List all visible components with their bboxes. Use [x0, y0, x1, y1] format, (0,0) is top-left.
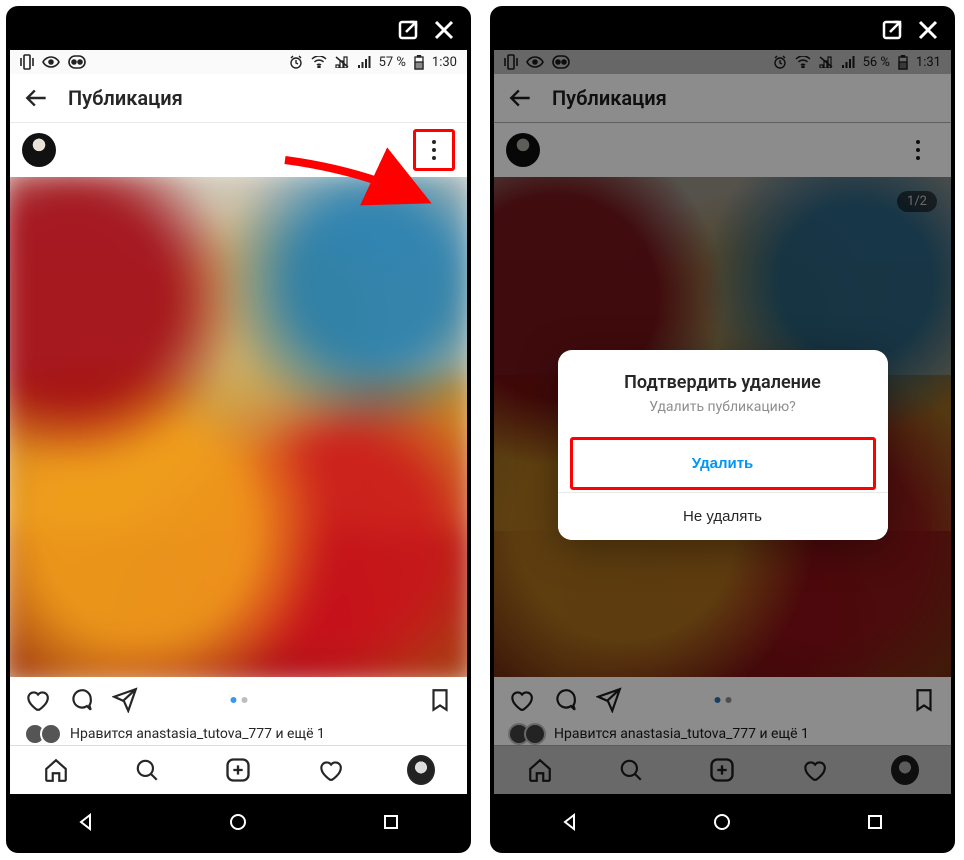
android-home-icon[interactable]: [711, 811, 733, 833]
comment-button[interactable]: [68, 687, 94, 713]
dialog-delete-button[interactable]: Удалить: [587, 440, 859, 487]
vibrate-icon: [20, 54, 34, 70]
frame-topbar: [494, 10, 951, 50]
more-options-button[interactable]: [413, 129, 455, 171]
eye-icon: [42, 56, 60, 68]
frame-topbar: [10, 10, 467, 50]
app-header: Публикация: [10, 74, 467, 123]
android-nav-bar: [10, 794, 467, 849]
likes-text: Нравится anastasia_tutova_777 и ещё 1: [70, 726, 325, 742]
dialog-message: Удалить публикацию?: [558, 399, 888, 435]
pager-dot: [230, 697, 236, 703]
alarm-icon: [289, 55, 303, 69]
page-title: Публикация: [68, 86, 183, 110]
battery-icon: [414, 55, 424, 70]
like-button[interactable]: [24, 687, 50, 713]
signal-off-icon: [335, 56, 349, 68]
tab-activity[interactable]: [316, 756, 344, 784]
post-image[interactable]: [10, 177, 467, 677]
phone-frame-right: 56 % 1:31 Публикация 1/2: [490, 6, 955, 853]
avatar[interactable]: [22, 133, 56, 167]
close-icon[interactable]: [915, 17, 941, 43]
bookmark-button[interactable]: [427, 687, 453, 713]
android-nav-bar: [494, 794, 951, 849]
confirm-delete-dialog: Подтвердить удаление Удалить публикацию?…: [558, 350, 888, 540]
tab-profile[interactable]: [407, 756, 435, 784]
profile-avatar-icon: [407, 755, 435, 785]
phone-frame-left: 57 % 1:30 Публикация: [6, 6, 471, 853]
tab-home[interactable]: [42, 756, 70, 784]
more-vert-icon: [432, 140, 436, 160]
pager-dot: [241, 697, 247, 703]
android-recents-icon[interactable]: [864, 811, 886, 833]
dual-tab-icon: [68, 55, 86, 69]
dialog-cancel-button[interactable]: Не удалять: [558, 492, 888, 540]
bottom-nav: [10, 745, 467, 794]
open-external-icon[interactable]: [879, 17, 905, 43]
post-author-row: [10, 123, 467, 177]
cell-signal-icon: [357, 56, 371, 68]
android-recents-icon[interactable]: [380, 811, 402, 833]
open-external-icon[interactable]: [395, 17, 421, 43]
tab-search[interactable]: [133, 756, 161, 784]
share-button[interactable]: [112, 687, 138, 713]
battery-pct: 57 %: [379, 55, 406, 70]
screen-right: 56 % 1:31 Публикация 1/2: [494, 50, 951, 794]
back-icon[interactable]: [24, 85, 50, 111]
android-back-icon[interactable]: [559, 811, 581, 833]
tab-add[interactable]: [224, 756, 252, 784]
wifi-icon: [311, 56, 327, 68]
close-icon[interactable]: [431, 17, 457, 43]
android-back-icon[interactable]: [75, 811, 97, 833]
dialog-title: Подтвердить удаление: [558, 350, 888, 399]
image-pager: [230, 697, 247, 703]
android-status-bar: 57 % 1:30: [10, 50, 467, 74]
status-time: 1:30: [432, 55, 457, 70]
android-home-icon[interactable]: [227, 811, 249, 833]
screen-left: 57 % 1:30 Публикация: [10, 50, 467, 794]
post-actions: [10, 677, 467, 723]
